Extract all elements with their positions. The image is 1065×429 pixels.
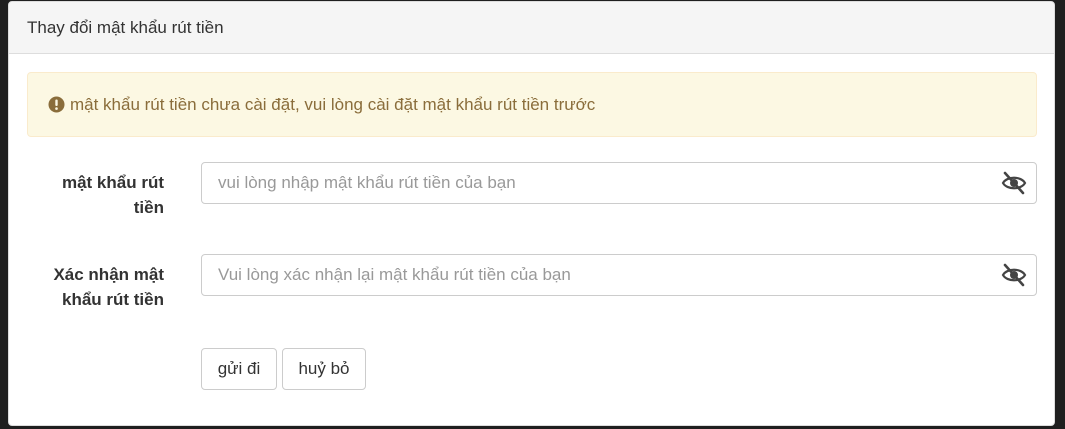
confirm-password-label: Xác nhận mật khẩu rút tiền xyxy=(9,262,164,312)
submit-button[interactable]: gửi đi xyxy=(201,348,277,390)
panel-heading: Thay đổi mật khẩu rút tiền xyxy=(9,2,1054,54)
warning-alert: mật khẩu rút tiền chưa cài đặt, vui lòng… xyxy=(27,72,1037,137)
eye-slash-icon[interactable] xyxy=(1000,170,1028,196)
password-input[interactable] xyxy=(202,163,982,203)
confirm-label-line1: Xác nhận mật xyxy=(53,265,164,284)
confirm-password-field-wrapper xyxy=(201,254,1037,296)
confirm-label-line2: khẩu rút tiền xyxy=(61,290,164,309)
password-label-line2: tiền xyxy=(133,198,164,217)
password-label-line1: mật khẩu rút xyxy=(61,173,164,192)
eye-slash-icon[interactable] xyxy=(1000,262,1028,288)
panel-title: Thay đổi mật khẩu rút tiền xyxy=(27,17,224,37)
alert-message: mật khẩu rút tiền chưa cài đặt, vui lòng… xyxy=(70,94,596,114)
confirm-password-input[interactable] xyxy=(202,255,982,295)
change-withdrawal-password-panel: Thay đổi mật khẩu rút tiền mật khẩu rút … xyxy=(8,1,1055,426)
password-field-wrapper xyxy=(201,162,1037,204)
exclamation-circle-icon xyxy=(48,96,65,113)
password-label: mật khẩu rút tiền xyxy=(9,170,164,220)
cancel-button[interactable]: huỷ bỏ xyxy=(282,348,366,390)
